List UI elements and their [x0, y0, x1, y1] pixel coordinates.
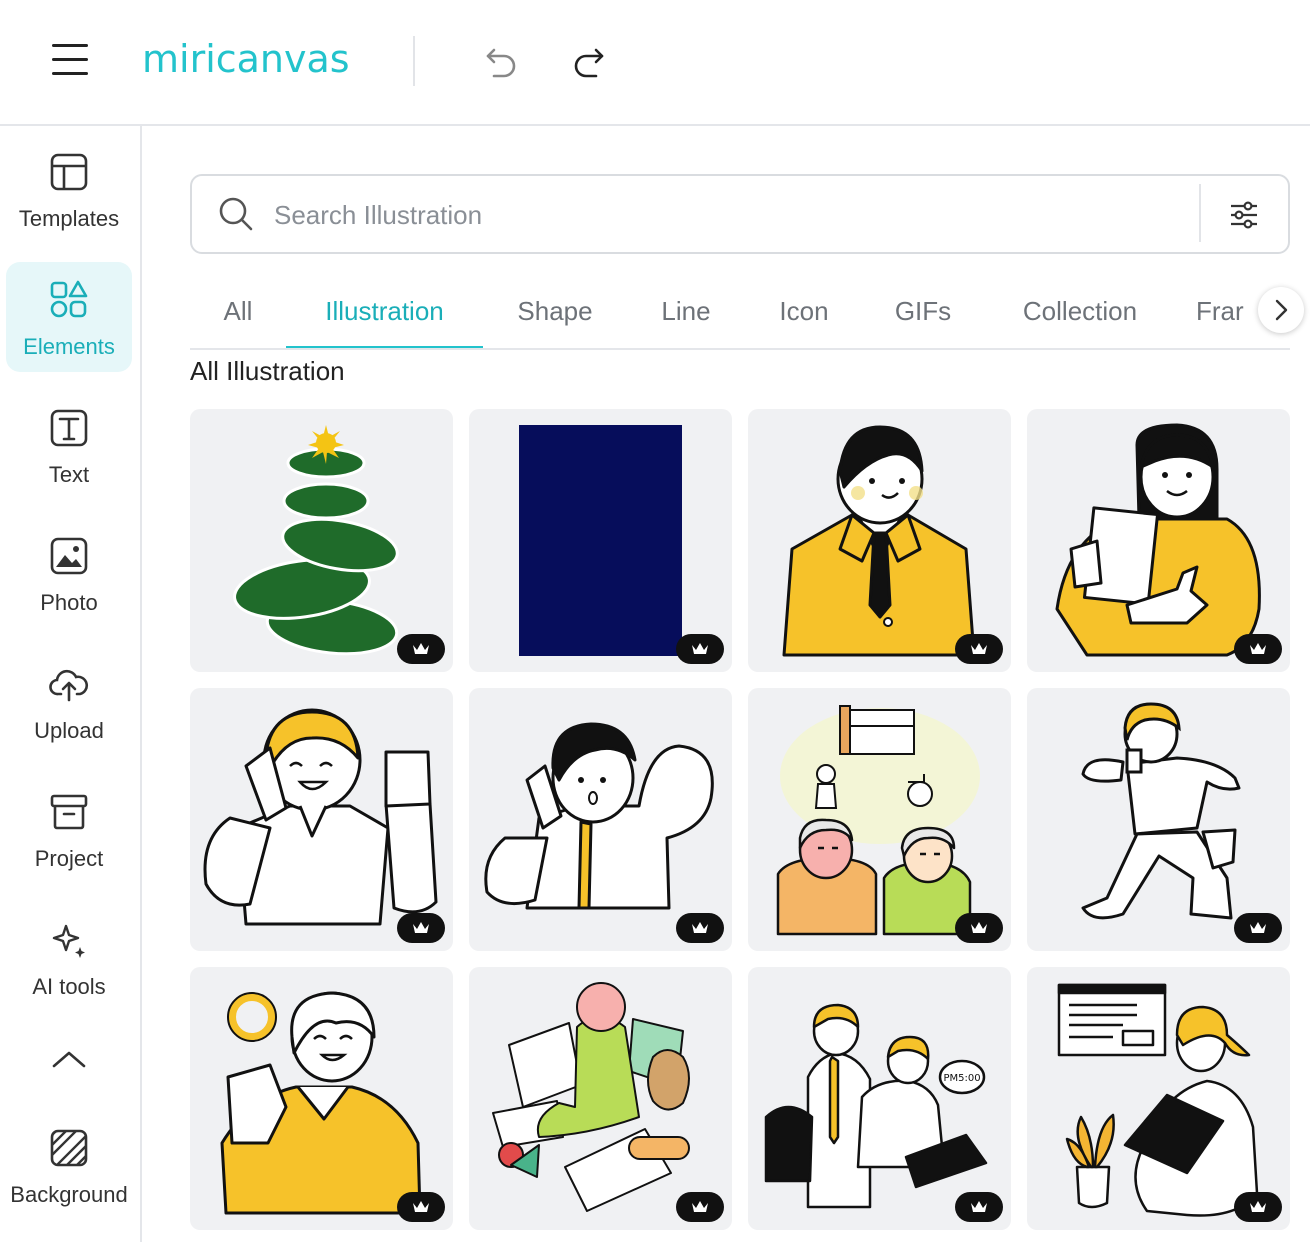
- top-bar: miricanvas: [0, 0, 1310, 126]
- illustration-card[interactable]: PM5:00: [748, 967, 1011, 1230]
- background-hatch-icon: [50, 1129, 88, 1167]
- premium-crown-icon: [692, 1201, 708, 1212]
- redo-icon[interactable]: [570, 42, 606, 78]
- premium-crown-icon: [1250, 643, 1266, 654]
- illustration-card[interactable]: [1027, 409, 1290, 672]
- illustration-card[interactable]: [748, 409, 1011, 672]
- premium-badge: [676, 913, 724, 943]
- sidebar-item-background[interactable]: Background: [6, 1110, 132, 1220]
- sidebar-label: Photo: [40, 590, 98, 615]
- premium-badge: [1234, 913, 1282, 943]
- category-tabs: All Illustration Shape Line Icon GIFs Co…: [190, 276, 1290, 350]
- tab-illustration[interactable]: Illustration: [286, 276, 483, 348]
- premium-crown-icon: [413, 1201, 429, 1212]
- woman-holding-paper-thumbs-up-illustration: [1055, 423, 1261, 657]
- sidebar-label: AI tools: [32, 974, 106, 999]
- sidebar-item-upload[interactable]: Upload: [6, 646, 132, 756]
- sidebar-label: Project: [34, 846, 104, 871]
- undo-icon[interactable]: [484, 42, 520, 78]
- left-sidebar: Templates Elements Text Photo Upload Pro…: [0, 126, 142, 1242]
- filter-sliders-icon[interactable]: [1228, 200, 1260, 230]
- premium-crown-icon: [692, 643, 708, 654]
- sidebar-label: Templates: [18, 206, 120, 231]
- premium-crown-icon: [413, 643, 429, 654]
- search-divider: [1199, 184, 1201, 242]
- sparkle-icon: [52, 924, 85, 958]
- premium-crown-icon: [971, 643, 987, 654]
- premium-badge: [397, 913, 445, 943]
- tabs-next-button[interactable]: [1258, 287, 1304, 333]
- man-on-phone-surprised-illustration: [484, 722, 714, 910]
- sidebar-label: Elements: [23, 334, 115, 359]
- sidebar-label: Text: [48, 462, 90, 487]
- search-input[interactable]: [272, 190, 1276, 240]
- premium-crown-icon: [413, 922, 429, 933]
- running-person-phone-illustration: [1081, 702, 1241, 920]
- sidebar-item-ai-tools[interactable]: AI tools: [6, 902, 132, 1012]
- templates-icon: [50, 153, 88, 191]
- premium-badge: [1234, 634, 1282, 664]
- illustration-card[interactable]: [469, 688, 732, 951]
- sidebar-label: Upload: [34, 718, 104, 743]
- tab-collection[interactable]: Collection: [998, 276, 1162, 348]
- businessman-yellow-suit-illustration: [782, 425, 976, 657]
- tab-shape[interactable]: Shape: [495, 276, 615, 348]
- premium-crown-icon: [692, 922, 708, 933]
- project-box-icon: [50, 794, 88, 830]
- premium-badge: [955, 634, 1003, 664]
- illustration-card[interactable]: [469, 409, 732, 672]
- sidebar-item-photo[interactable]: Photo: [6, 518, 132, 628]
- premium-badge: [1234, 1192, 1282, 1222]
- svg-text:miricanvas: miricanvas: [142, 37, 350, 81]
- illustration-card[interactable]: [190, 967, 453, 1230]
- elderly-couple-care-illustration: [776, 705, 980, 936]
- chevron-right-icon: [1275, 299, 1288, 321]
- sidebar-item-project[interactable]: Project: [6, 774, 132, 884]
- search-bar: [190, 174, 1290, 254]
- illustration-card[interactable]: [748, 688, 1011, 951]
- text-icon: [50, 409, 88, 447]
- section-title: All Illustration: [190, 356, 345, 386]
- sidebar-item-elements[interactable]: Elements: [6, 262, 132, 372]
- man-on-phone-fist-illustration: [203, 708, 438, 926]
- premium-badge: [676, 634, 724, 664]
- tab-line[interactable]: Line: [642, 276, 730, 348]
- illustration-card[interactable]: [469, 967, 732, 1230]
- premium-crown-icon: [1250, 1201, 1266, 1212]
- illustration-card[interactable]: [1027, 688, 1290, 951]
- tab-icon[interactable]: Icon: [760, 276, 848, 348]
- sidebar-item-text[interactable]: Text: [6, 390, 132, 500]
- hamburger-icon[interactable]: [52, 44, 88, 76]
- premium-crown-icon: [971, 1201, 987, 1212]
- premium-badge: [955, 1192, 1003, 1222]
- photo-icon: [50, 537, 88, 575]
- baby-playing-books-illustration: [492, 982, 690, 1212]
- premium-crown-icon: [1250, 922, 1266, 933]
- green-stacked-tree-illustration: [233, 425, 399, 656]
- navy-rectangle-illustration: [519, 425, 682, 656]
- premium-crown-icon: [971, 922, 987, 933]
- premium-badge: [676, 1192, 724, 1222]
- elements-icon: [50, 280, 88, 318]
- tab-gifs[interactable]: GIFs: [878, 276, 968, 348]
- sidebar-item-templates[interactable]: Templates: [6, 134, 132, 244]
- illustration-card[interactable]: [1027, 967, 1290, 1230]
- illustration-card[interactable]: [190, 688, 453, 951]
- premium-badge: [397, 634, 445, 664]
- premium-badge: [397, 1192, 445, 1222]
- woman-laptop-plant-illustration: [1057, 983, 1259, 1217]
- upload-cloud-icon: [49, 669, 89, 702]
- tab-all[interactable]: All: [190, 276, 286, 348]
- miricanvas-logo[interactable]: miricanvas: [142, 36, 382, 86]
- premium-badge: [955, 913, 1003, 943]
- speech-bubble-time: PM5:00: [943, 1073, 980, 1084]
- woman-holding-ring-illustration: [220, 991, 422, 1215]
- chevron-up-icon[interactable]: [50, 1048, 88, 1070]
- search-icon: [219, 197, 253, 231]
- toolbar-divider: [413, 36, 415, 86]
- sidebar-label: Background: [10, 1182, 128, 1207]
- illustration-card[interactable]: [190, 409, 453, 672]
- office-workers-laptop-illustration: PM5:00: [764, 1003, 988, 1209]
